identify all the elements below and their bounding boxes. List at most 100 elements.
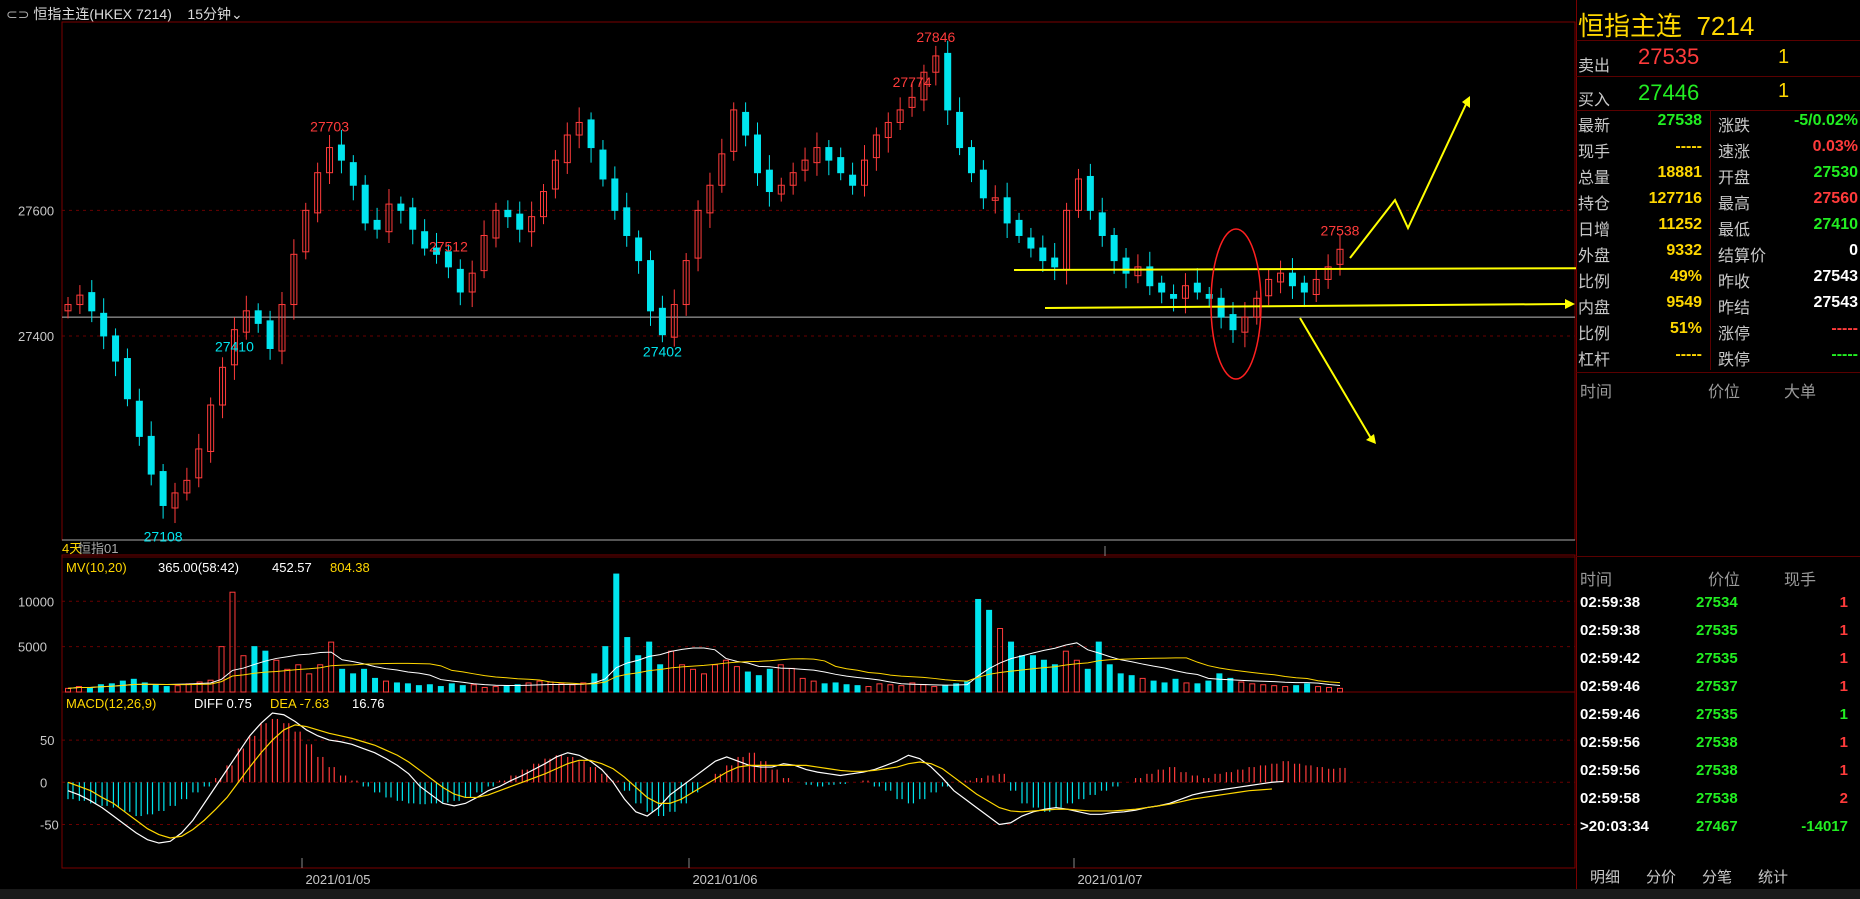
bid-qty: 1 [1778,80,1790,102]
candle-body [1288,272,1296,287]
candle-body [635,237,643,262]
volume-bar [722,659,729,693]
resistance-line [1013,267,1576,271]
volume-bar [1161,682,1168,693]
volume-bar [920,684,927,693]
volume-ma-line [67,657,1341,689]
y-tick-label: 0 [40,775,47,790]
trade-price: 27535 [1696,622,1738,639]
trade-row[interactable]: 02:59:46 27537 1 [1578,674,1858,702]
volume-bar [1095,641,1102,693]
stat-value: ----- [1831,320,1858,337]
trade-row[interactable]: >20:03:34 27467 -14017 [1578,814,1858,842]
trade-row[interactable]: 02:59:42 27535 1 [1578,646,1858,674]
volume-bar [86,686,93,693]
candle-body [837,157,845,174]
volume-bar [1062,650,1069,693]
trade-price: 27537 [1696,678,1738,695]
tab-stats[interactable]: 统计 [1758,866,1788,887]
volume-bar [163,686,170,693]
volume-bar [887,684,894,693]
candle-body [1122,257,1130,274]
volume-bar [1051,664,1058,693]
tab-detail[interactable]: 明细 [1590,866,1620,887]
price-annotation: 27108 [144,528,183,544]
volume-bar [821,683,828,693]
stat-label: 涨停 [1718,326,1751,343]
bigorder-header-price: 价位 [1708,384,1741,401]
volume-bar [843,684,850,693]
trade-time: 02:59:56 [1580,762,1641,779]
candle-body [658,307,666,336]
candle-body [611,178,619,211]
trade-row[interactable]: 02:59:46 27535 1 [1578,702,1858,730]
trade-time: 02:59:46 [1580,678,1641,695]
candle-body [409,207,417,230]
candle-body [1086,175,1094,211]
volume-bar [1172,678,1179,693]
candle-body [349,162,357,186]
trade-row[interactable]: 02:59:56 27538 1 [1578,758,1858,786]
volume-bar [152,684,159,693]
volume-bar [1205,680,1212,693]
candle-body [421,231,429,249]
trade-time: 02:59:42 [1580,650,1641,667]
arrow-head [1565,299,1575,309]
candle-body [147,435,155,475]
volume-bar [799,677,806,693]
trade-row[interactable]: 02:59:38 27534 1 [1578,590,1858,618]
indicator-value: 365.00(58:42) [158,560,239,575]
candle-body [456,268,464,293]
stat-label: 总量 [1578,170,1611,187]
volume-bar [602,646,609,693]
volume-bar [1238,681,1245,693]
volume-bar [701,673,707,693]
arrow-head [1366,434,1376,444]
tab-price-dist[interactable]: 分价 [1646,866,1676,887]
kline-chart-area[interactable]: 27400 27600 27512 27703 27774 27846 27538 27402… [0,0,1576,899]
volume-bar [1271,685,1278,693]
volume-bar [1029,655,1036,693]
candle-body [1051,257,1059,268]
trade-row[interactable]: 02:59:58 27538 2 [1578,786,1858,814]
trades-header-qty: 现手 [1784,572,1817,589]
volume-bar [997,628,1004,693]
trade-price: 27535 [1696,650,1738,667]
trade-time: >20:03:34 [1580,818,1649,835]
trade-time: 02:59:58 [1580,790,1641,807]
volume-bar [777,664,784,693]
stat-value: 27560 [1813,190,1859,207]
candle-body [753,134,761,174]
stat-value: -5/0.02% [1793,112,1858,129]
volume-bar [690,668,697,693]
trade-row[interactable]: 02:59:38 27535 1 [1578,618,1858,646]
stat-label: 现手 [1578,144,1611,161]
candle-body [587,119,595,149]
divider [1576,110,1860,111]
candle-body [1003,197,1011,224]
volume-bar [1183,682,1190,693]
volume-bar [1326,686,1333,693]
volume-bar [942,685,949,693]
support-line [1044,303,1566,309]
stat-value: ----- [1675,346,1702,363]
volume-bar [1117,673,1124,693]
candle-body [1015,219,1023,236]
stat-value: 27410 [1813,216,1859,233]
indicator-title: MACD(12,26,9) [66,696,156,711]
volume-bar [986,609,993,693]
tab-ticks[interactable]: 分笔 [1702,866,1732,887]
stat-value: 27538 [1657,112,1703,129]
volume-bar [130,678,137,693]
volume-bar [525,682,532,693]
candle-body [373,219,381,230]
volume-bar [876,683,883,693]
volume-bar [119,680,126,693]
volume-bar [624,637,631,693]
trade-row[interactable]: 02:59:56 27538 1 [1578,730,1858,758]
volume-bar [711,664,718,693]
volume-bar [328,641,335,693]
volume-bar [1106,664,1113,693]
volume-bar [97,684,104,693]
stat-value: 0.03% [1812,138,1858,155]
